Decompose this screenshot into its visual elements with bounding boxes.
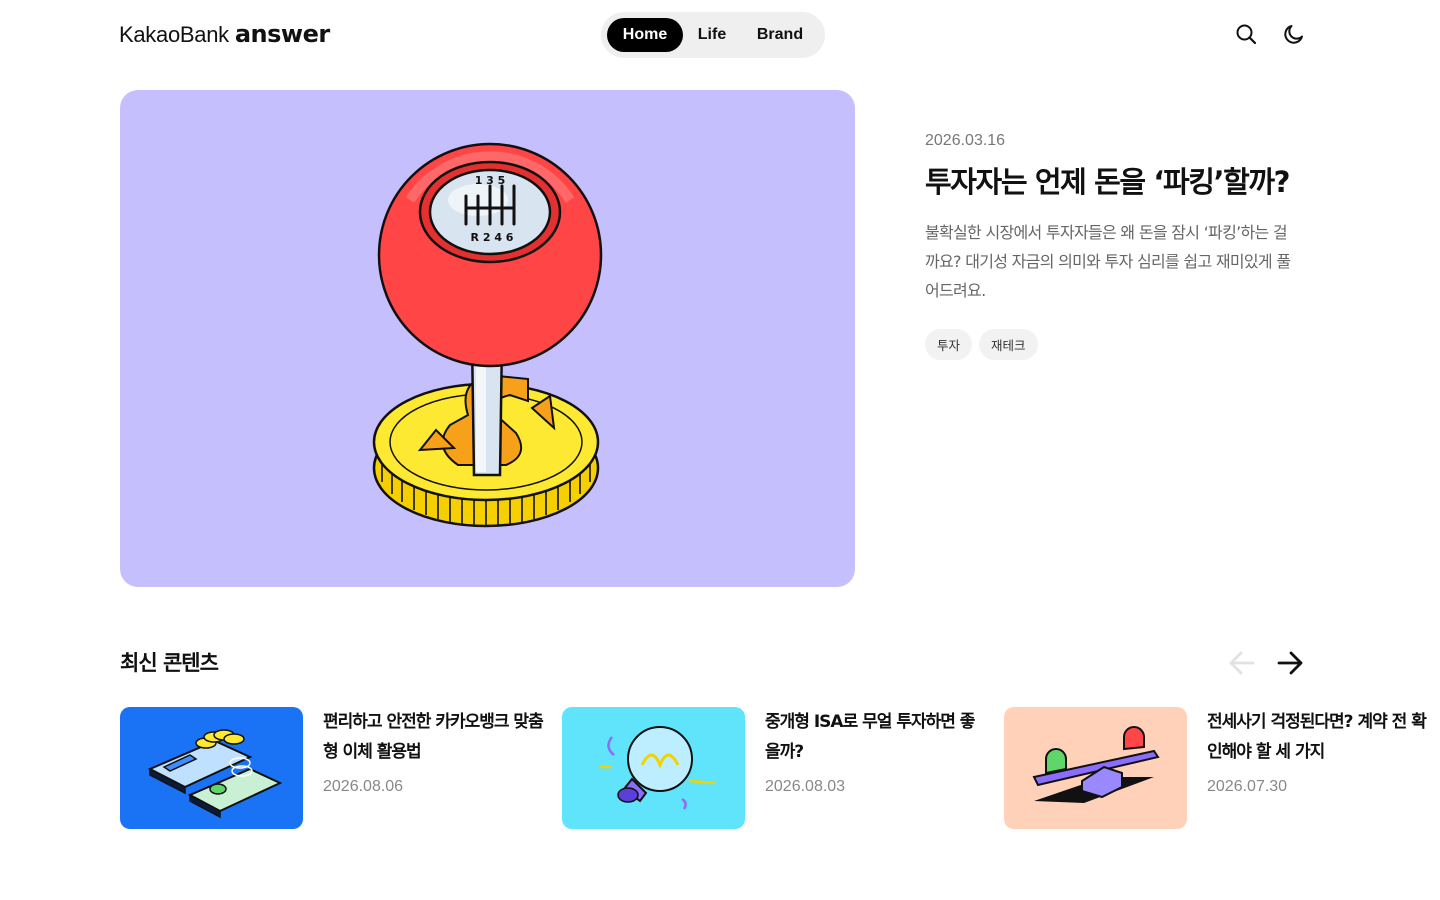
card-thumbnail-isa (562, 707, 745, 829)
hero-article[interactable]: 2026.03.16 투자자는 언제 돈을 ‘파킹’할까? 불확실한 시장에서 … (925, 132, 1325, 360)
shifter-numbers-bottom: R 2 4 6 (471, 231, 514, 244)
card-info: 중개형 ISA로 무얼 투자하면 좋을까? 2026.08.03 (765, 707, 985, 829)
hero-tags: 투자 재테크 (925, 329, 1325, 360)
content-card[interactable]: 편리하고 안전한 카카오뱅크 맞춤형 이체 활용법 2026.08.06 (120, 707, 544, 829)
card-date: 2026.07.30 (1207, 778, 1288, 795)
card-thumbnail-jeonse (1004, 707, 1187, 829)
search-icon[interactable] (1234, 22, 1258, 46)
card-title[interactable]: 전세사기 걱정된다면? 계약 전 확인해야 할 세 가지 (1207, 707, 1427, 767)
shifter-numbers-top: 1 3 5 (475, 174, 506, 187)
logo[interactable]: KakaoBank answer (119, 20, 330, 48)
hero-description: 불확실한 시장에서 투자자들은 왜 돈을 잠시 ‘파킹’하는 걸까요? 대기성 … (925, 223, 1291, 300)
gear-shift-coin-illustration: 1 3 5 R 2 4 6 (372, 142, 603, 528)
logo-brand: KakaoBank (119, 22, 229, 47)
card-thumbnail-transfer (120, 707, 303, 829)
next-arrow-icon[interactable] (1275, 648, 1305, 678)
content-card[interactable]: 중개형 ISA로 무얼 투자하면 좋을까? 2026.08.03 (562, 707, 985, 829)
nav-life[interactable]: Life (683, 18, 741, 52)
hero-date: 2026.03.16 (925, 132, 1006, 149)
card-info: 편리하고 안전한 카카오뱅크 맞춤형 이체 활용법 2026.08.06 (323, 707, 544, 829)
nav-brand[interactable]: Brand (741, 18, 819, 52)
site-header: KakaoBank answer Home Life Brand (0, 0, 1440, 70)
card-info: 전세사기 걱정된다면? 계약 전 확인해야 할 세 가지 2026.07.30 (1207, 707, 1427, 829)
tag-finance[interactable]: 재테크 (979, 329, 1038, 360)
card-date: 2026.08.03 (765, 778, 846, 795)
content-card[interactable]: 전세사기 걱정된다면? 계약 전 확인해야 할 세 가지 2026.07.30 (1004, 707, 1427, 829)
logo-product: answer (234, 20, 330, 48)
tag-invest[interactable]: 투자 (925, 329, 973, 360)
hero-title[interactable]: 투자자는 언제 돈을 ‘파킹’할까? (925, 162, 1325, 202)
prev-arrow-icon[interactable] (1227, 648, 1257, 678)
main-nav: Home Life Brand (601, 12, 825, 58)
card-title[interactable]: 편리하고 안전한 카카오뱅크 맞춤형 이체 활용법 (323, 707, 544, 767)
hero-image[interactable]: 1 3 5 R 2 4 6 (120, 90, 855, 587)
latest-section-title: 최신 콘텐츠 (120, 651, 219, 675)
card-date: 2026.08.06 (323, 778, 404, 795)
nav-home[interactable]: Home (607, 18, 683, 52)
card-title[interactable]: 중개형 ISA로 무얼 투자하면 좋을까? (765, 707, 985, 767)
moon-icon[interactable] (1282, 22, 1306, 46)
